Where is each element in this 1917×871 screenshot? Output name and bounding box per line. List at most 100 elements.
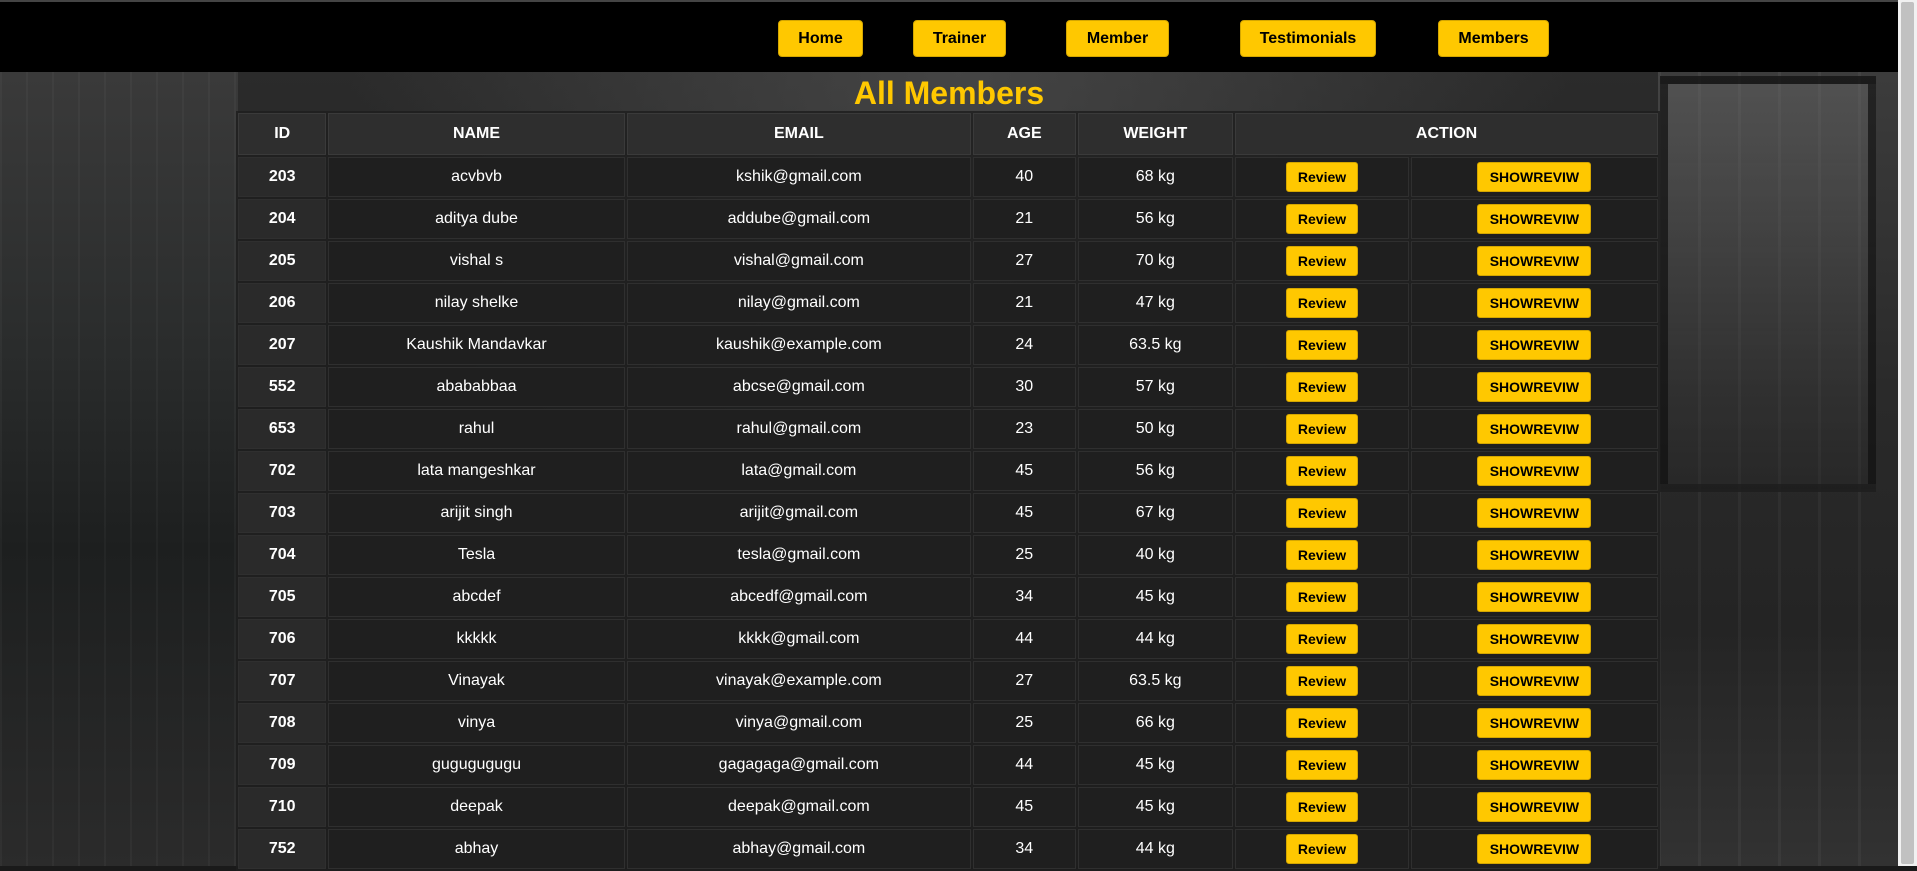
- showreview-cell: SHOWREVIW: [1410, 367, 1658, 407]
- review-button[interactable]: Review: [1286, 372, 1359, 402]
- member-age-cell: 34: [973, 577, 1076, 617]
- header-action: ACTION: [1235, 113, 1658, 155]
- showreview-button[interactable]: SHOWREVIW: [1477, 666, 1592, 696]
- member-id-cell: 653: [238, 409, 327, 449]
- member-id-cell: 704: [238, 535, 327, 575]
- member-weight-cell: 68 kg: [1077, 157, 1234, 197]
- showreview-cell: SHOWREVIW: [1410, 661, 1658, 701]
- member-email-cell: rahul@gmail.com: [626, 409, 972, 449]
- review-button[interactable]: Review: [1286, 834, 1359, 864]
- table-row: 206 nilay shelke nilay@gmail.com 21 47 kg Rev…: [238, 283, 1658, 323]
- member-age-cell: 25: [973, 535, 1076, 575]
- nav-trainer-button[interactable]: Trainer: [913, 20, 1006, 57]
- showreview-button[interactable]: SHOWREVIW: [1477, 750, 1592, 780]
- member-id-cell: 752: [238, 829, 327, 869]
- member-id-cell: 703: [238, 493, 327, 533]
- showreview-button[interactable]: SHOWREVIW: [1477, 246, 1592, 276]
- review-button[interactable]: Review: [1286, 540, 1359, 570]
- showreview-button[interactable]: SHOWREVIW: [1477, 288, 1592, 318]
- review-button[interactable]: Review: [1286, 708, 1359, 738]
- member-age-cell: 45: [973, 493, 1076, 533]
- review-button[interactable]: Review: [1286, 288, 1359, 318]
- member-age-cell: 27: [973, 241, 1076, 281]
- showreview-cell: SHOWREVIW: [1410, 829, 1658, 869]
- showreview-button[interactable]: SHOWREVIW: [1477, 792, 1592, 822]
- showreview-cell: SHOWREVIW: [1410, 199, 1658, 239]
- table-row: 205 vishal s vishal@gmail.com 27 70 kg Review…: [238, 241, 1658, 281]
- review-button[interactable]: Review: [1286, 162, 1359, 192]
- member-email-cell: kaushik@example.com: [626, 325, 972, 365]
- showreview-cell: SHOWREVIW: [1410, 703, 1658, 743]
- review-cell: Review: [1235, 451, 1409, 491]
- showreview-button[interactable]: SHOWREVIW: [1477, 372, 1592, 402]
- member-age-cell: 44: [973, 619, 1076, 659]
- scrollbar-track[interactable]: [1898, 0, 1917, 866]
- review-cell: Review: [1235, 367, 1409, 407]
- showreview-button[interactable]: SHOWREVIW: [1477, 498, 1592, 528]
- page-title: All Members: [853, 75, 1045, 111]
- nav-home-button[interactable]: Home: [778, 20, 863, 57]
- scrollbar-thumb[interactable]: [1901, 2, 1914, 864]
- review-button[interactable]: Review: [1286, 414, 1359, 444]
- member-name-cell: deepak: [328, 787, 625, 827]
- review-button[interactable]: Review: [1286, 330, 1359, 360]
- nav-members-button[interactable]: Members: [1438, 20, 1549, 57]
- review-button[interactable]: Review: [1286, 204, 1359, 234]
- member-name-cell: gugugugugu: [328, 745, 625, 785]
- member-weight-cell: 40 kg: [1077, 535, 1234, 575]
- member-weight-cell: 70 kg: [1077, 241, 1234, 281]
- review-button[interactable]: Review: [1286, 666, 1359, 696]
- table-row: 706 kkkkk kkkk@gmail.com 44 44 kg Review SHOWR…: [238, 619, 1658, 659]
- showreview-cell: SHOWREVIW: [1410, 325, 1658, 365]
- showreview-button[interactable]: SHOWREVIW: [1477, 708, 1592, 738]
- header-name: NAME: [328, 113, 625, 155]
- table-row: 752 abhay abhay@gmail.com 34 44 kg Review SHOW…: [238, 829, 1658, 869]
- member-weight-cell: 45 kg: [1077, 787, 1234, 827]
- showreview-cell: SHOWREVIW: [1410, 409, 1658, 449]
- review-button[interactable]: Review: [1286, 456, 1359, 486]
- member-weight-cell: 44 kg: [1077, 619, 1234, 659]
- member-name-cell: nilay shelke: [328, 283, 625, 323]
- member-email-cell: vinayak@example.com: [626, 661, 972, 701]
- member-id-cell: 203: [238, 157, 327, 197]
- member-weight-cell: 57 kg: [1077, 367, 1234, 407]
- member-weight-cell: 66 kg: [1077, 703, 1234, 743]
- review-cell: Review: [1235, 787, 1409, 827]
- member-weight-cell: 45 kg: [1077, 745, 1234, 785]
- showreview-button[interactable]: SHOWREVIW: [1477, 204, 1592, 234]
- member-age-cell: 45: [973, 451, 1076, 491]
- member-id-cell: 709: [238, 745, 327, 785]
- showreview-button[interactable]: SHOWREVIW: [1477, 540, 1592, 570]
- showreview-button[interactable]: SHOWREVIW: [1477, 624, 1592, 654]
- showreview-button[interactable]: SHOWREVIW: [1477, 330, 1592, 360]
- header-email: EMAIL: [626, 113, 972, 155]
- review-cell: Review: [1235, 409, 1409, 449]
- review-button[interactable]: Review: [1286, 582, 1359, 612]
- showreview-cell: SHOWREVIW: [1410, 493, 1658, 533]
- member-weight-cell: 56 kg: [1077, 199, 1234, 239]
- showreview-button[interactable]: SHOWREVIW: [1477, 414, 1592, 444]
- background-left-wall: [0, 72, 238, 866]
- member-name-cell: kkkkk: [328, 619, 625, 659]
- member-name-cell: arijit singh: [328, 493, 625, 533]
- showreview-button[interactable]: SHOWREVIW: [1477, 162, 1592, 192]
- showreview-button[interactable]: SHOWREVIW: [1477, 456, 1592, 486]
- review-button[interactable]: Review: [1286, 498, 1359, 528]
- showreview-cell: SHOWREVIW: [1410, 619, 1658, 659]
- member-name-cell: vinya: [328, 703, 625, 743]
- showreview-button[interactable]: SHOWREVIW: [1477, 834, 1592, 864]
- review-button[interactable]: Review: [1286, 246, 1359, 276]
- member-id-cell: 205: [238, 241, 327, 281]
- table-row: 703 arijit singh arijit@gmail.com 45 67 kg Re…: [238, 493, 1658, 533]
- review-cell: Review: [1235, 661, 1409, 701]
- member-name-cell: abhay: [328, 829, 625, 869]
- nav-member-button[interactable]: Member: [1066, 20, 1169, 57]
- review-button[interactable]: Review: [1286, 624, 1359, 654]
- member-email-cell: abhay@gmail.com: [626, 829, 972, 869]
- member-id-cell: 702: [238, 451, 327, 491]
- member-weight-cell: 56 kg: [1077, 451, 1234, 491]
- review-button[interactable]: Review: [1286, 792, 1359, 822]
- nav-testimonials-button[interactable]: Testimonials: [1240, 20, 1376, 57]
- showreview-button[interactable]: SHOWREVIW: [1477, 582, 1592, 612]
- review-button[interactable]: Review: [1286, 750, 1359, 780]
